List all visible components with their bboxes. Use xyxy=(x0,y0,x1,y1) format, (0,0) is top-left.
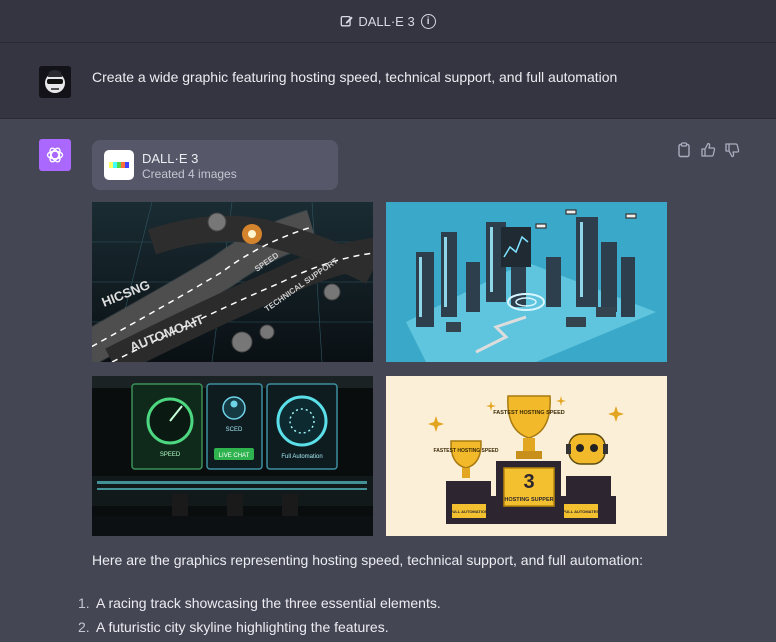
city-skyline-image[interactable] xyxy=(386,202,667,362)
openai-logo-icon xyxy=(46,147,64,163)
response-list: 1. A racing track showcasing the three es… xyxy=(78,594,441,642)
model-title: DALL·E 3 xyxy=(358,13,415,29)
trophy-label-3: 3 xyxy=(523,471,534,493)
panel-support-label: SCED xyxy=(226,427,243,433)
trophy-label-full-right: FULL AUTOMATES xyxy=(563,509,599,514)
trophies-image[interactable]: FASTEST HOSTING SPEED FASTEST HOSTING SP… xyxy=(386,376,667,536)
list-item: 1. A racing track showcasing the three es… xyxy=(78,594,441,618)
racing-track-image[interactable]: HICSNG AUTOMOAIT SPEED TECHNICAL SUPPORT xyxy=(92,202,373,362)
assistant-avatar xyxy=(39,139,71,171)
control-room-image[interactable]: SPEED SCED LIVE CHAT Full Automation xyxy=(92,376,373,536)
user-message-text: Create a wide graphic featuring hosting … xyxy=(92,69,618,85)
edit-icon[interactable] xyxy=(340,14,354,28)
thumbs-down-icon[interactable] xyxy=(724,142,740,158)
list-item: 2. A futuristic city skyline highlighting… xyxy=(78,618,441,642)
tool-card-title: DALL·E 3 xyxy=(142,151,199,166)
dalle-logo-icon xyxy=(104,150,134,180)
user-avatar xyxy=(39,66,71,98)
response-text: Here are the graphics representing hosti… xyxy=(92,552,644,568)
dalle-tool-card[interactable]: DALL·E 3 Created 4 images xyxy=(92,140,338,190)
panel-automation-label: Full Automation xyxy=(281,454,322,460)
list-item-number: 1. xyxy=(78,595,90,611)
panel-speed-label: SPEED xyxy=(160,452,181,458)
trophy-label-full-left: FULL AUTOMATION xyxy=(450,509,488,514)
copy-icon[interactable] xyxy=(676,142,692,158)
info-icon[interactable]: i xyxy=(420,13,436,29)
panel-livechat-label: LIVE CHAT xyxy=(219,453,250,459)
list-item-text: A racing track showcasing the three esse… xyxy=(96,595,441,611)
tool-card-subtitle: Created 4 images xyxy=(142,167,237,181)
trophy-label-fastest-left: FASTEST HOSTING SPEED xyxy=(433,448,498,454)
user-message-row: Create a wide graphic featuring hosting … xyxy=(0,43,776,119)
list-item-number: 2. xyxy=(78,619,90,635)
thumbs-up-icon[interactable] xyxy=(700,142,716,158)
trophy-label-hosting: HOSTING SUPPER xyxy=(504,497,553,503)
message-actions xyxy=(676,142,740,158)
list-item-text: A futuristic city skyline highlighting t… xyxy=(96,619,389,635)
top-bar: DALL·E 3 i xyxy=(0,0,776,43)
trophy-label-fastest-center: FASTEST HOSTING SPEED xyxy=(493,410,565,416)
